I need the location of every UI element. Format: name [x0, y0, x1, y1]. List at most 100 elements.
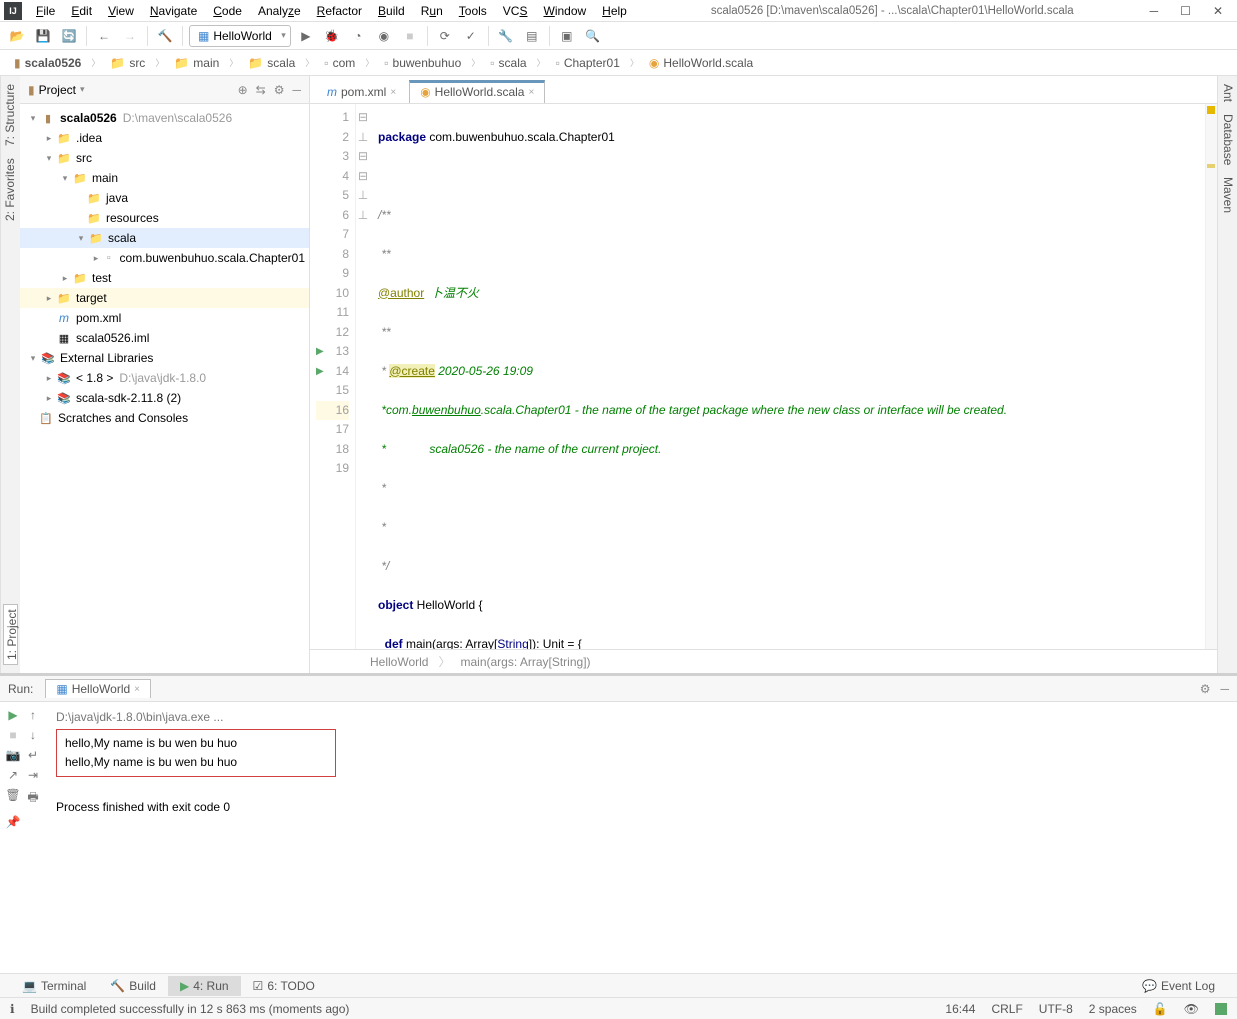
code-content[interactable]: package com.buwenbuhuo.scala.Chapter01 /… [370, 104, 1205, 649]
tree-pom[interactable]: mpom.xml [20, 308, 309, 328]
run-config-selector[interactable]: ▦ HelloWorld [189, 25, 291, 47]
tool-ant-tab[interactable]: Ant [1220, 84, 1235, 102]
menu-code[interactable]: Code [205, 2, 250, 20]
menu-vcs[interactable]: VCS [495, 2, 536, 20]
tab-eventlog[interactable]: 💬Event Log [1130, 976, 1227, 996]
project-title[interactable]: Project [39, 83, 76, 97]
crumb-com[interactable]: ▫com [318, 54, 361, 72]
status-icon[interactable]: ℹ [10, 1002, 15, 1016]
tool-database-tab[interactable]: Database [1220, 114, 1235, 165]
close-icon[interactable]: ✕ [1213, 4, 1223, 18]
run-settings-icon[interactable]: ⚙ [1200, 682, 1211, 696]
menu-navigate[interactable]: Navigate [142, 2, 205, 20]
tree-test[interactable]: ▸📁test [20, 268, 309, 288]
menu-analyze[interactable]: Analyze [250, 2, 309, 20]
sync-icon[interactable]: 🔄 [58, 25, 80, 47]
crumb-src[interactable]: 📁src [104, 54, 151, 72]
tree-src[interactable]: ▾📁src [20, 148, 309, 168]
minimize-icon[interactable]: ─ [1150, 4, 1159, 18]
run-hide-icon[interactable]: ─ [1220, 682, 1229, 696]
up-icon[interactable]: ↑ [24, 708, 42, 722]
print-icon[interactable]: 🖶 [24, 788, 42, 809]
profile-icon[interactable]: ◉ [373, 25, 395, 47]
open-icon[interactable]: 📂 [6, 25, 28, 47]
tab-pom[interactable]: mpom.xml× [316, 80, 407, 103]
menu-help[interactable]: Help [594, 2, 635, 20]
tree-scala[interactable]: ▾📁scala [20, 228, 309, 248]
menu-edit[interactable]: Edit [63, 2, 100, 20]
collapse-icon[interactable]: ⇆ [256, 83, 266, 97]
tree-jdk[interactable]: ▸📚< 1.8 >D:\java\jdk-1.8.0 [20, 368, 309, 388]
close-tab-icon[interactable]: × [390, 87, 396, 98]
stop-icon[interactable]: ■ [399, 25, 421, 47]
down-icon[interactable]: ↓ [24, 728, 42, 742]
tree-java[interactable]: 📁java [20, 188, 309, 208]
caret-position[interactable]: 16:44 [945, 1002, 975, 1016]
back-icon[interactable]: ← [93, 25, 115, 47]
structure-icon[interactable]: ▤ [521, 25, 543, 47]
file-encoding[interactable]: UTF-8 [1039, 1002, 1073, 1016]
project-tree[interactable]: ▾▮scala0526D:\maven\scala0526 ▸📁.idea ▾📁… [20, 104, 309, 673]
forward-icon[interactable]: → [119, 25, 141, 47]
menu-file[interactable]: File [28, 2, 63, 20]
dump-icon[interactable]: 📷 [4, 748, 22, 762]
run-icon[interactable]: ▶ [295, 25, 317, 47]
coverage-icon[interactable]: ◔ [347, 25, 369, 47]
tab-helloworld[interactable]: ◉HelloWorld.scala× [409, 80, 545, 103]
crumb-chapter[interactable]: ▫Chapter01 [550, 54, 626, 72]
inspections-icon[interactable]: 👁 [1184, 1002, 1199, 1016]
memory-indicator[interactable] [1215, 1003, 1227, 1015]
crumb-buwenbuhuo[interactable]: ▫buwenbuhuo [378, 54, 467, 72]
locate-icon[interactable]: ⊕ [238, 83, 248, 97]
menu-view[interactable]: View [100, 2, 142, 20]
wrap-icon[interactable]: ↵ [24, 748, 42, 762]
tool-project-tab[interactable]: 1: Project [3, 604, 18, 665]
line-separator[interactable]: CRLF [991, 1002, 1022, 1016]
exit-icon[interactable]: ↗ [4, 768, 22, 782]
crumb-file[interactable]: ◉HelloWorld.scala [643, 54, 759, 72]
tab-terminal[interactable]: 💻Terminal [10, 976, 98, 996]
inspection-marker-icon[interactable] [1207, 164, 1215, 168]
rerun-icon[interactable]: ▶ [4, 708, 22, 722]
tree-scratches[interactable]: 📋Scratches and Consoles [20, 408, 309, 428]
tree-idea[interactable]: ▸📁.idea [20, 128, 309, 148]
tab-run[interactable]: ▶4: Run [168, 976, 241, 996]
code-editor[interactable]: 123456789101112 ▶13 ▶14 1516171819 ⊟⊥⊟⊟⊥… [310, 104, 1217, 649]
crumb-scala[interactable]: 📁scala [242, 54, 301, 72]
tab-todo[interactable]: ☑6: TODO [241, 976, 327, 996]
close-tab-icon[interactable]: × [528, 87, 534, 98]
gear-icon[interactable]: ⚙ [274, 83, 285, 97]
marker-bar[interactable] [1205, 104, 1217, 649]
scroll-icon[interactable]: ⇥ [24, 768, 42, 782]
crumb-main[interactable]: 📁main [168, 54, 225, 72]
trash-icon[interactable]: 🗑 [4, 788, 22, 809]
menu-tools[interactable]: Tools [451, 2, 495, 20]
tool-structure-tab[interactable]: 7: Structure [3, 84, 18, 146]
save-icon[interactable]: 💾 [32, 25, 54, 47]
hide-icon[interactable]: ─ [292, 83, 301, 97]
settings-icon[interactable]: 🔧 [495, 25, 517, 47]
stop-run-icon[interactable]: ■ [4, 728, 22, 742]
crumb-class[interactable]: HelloWorld [370, 655, 428, 669]
menu-refactor[interactable]: Refactor [309, 2, 370, 20]
indent-info[interactable]: 2 spaces [1089, 1002, 1137, 1016]
console-output[interactable]: D:\java\jdk-1.8.0\bin\java.exe ... hello… [46, 702, 1237, 973]
tree-main[interactable]: ▾📁main [20, 168, 309, 188]
readonly-icon[interactable]: 🔓 [1153, 1002, 1168, 1016]
debug-icon[interactable]: 🐞 [321, 25, 343, 47]
sbt-icon[interactable]: ▣ [556, 25, 578, 47]
fold-gutter[interactable]: ⊟⊥⊟⊟⊥⊥ [356, 104, 370, 649]
vcs-commit-icon[interactable]: ✓ [460, 25, 482, 47]
maximize-icon[interactable]: ☐ [1180, 4, 1191, 18]
menu-build[interactable]: Build [370, 2, 413, 20]
tree-sdk[interactable]: ▸📚scala-sdk-2.11.8 (2) [20, 388, 309, 408]
menu-window[interactable]: Window [535, 2, 594, 20]
tree-external[interactable]: ▾📚External Libraries [20, 348, 309, 368]
menu-run[interactable]: Run [413, 2, 451, 20]
pin-icon[interactable]: 📌 [4, 815, 22, 829]
search-icon[interactable]: 🔍 [582, 25, 604, 47]
tree-resources[interactable]: 📁resources [20, 208, 309, 228]
tree-package[interactable]: ▸▫com.buwenbuhuo.scala.Chapter01 [20, 248, 309, 268]
crumb-method[interactable]: main(args: Array[String]) [460, 655, 590, 669]
tree-target[interactable]: ▸📁target [20, 288, 309, 308]
